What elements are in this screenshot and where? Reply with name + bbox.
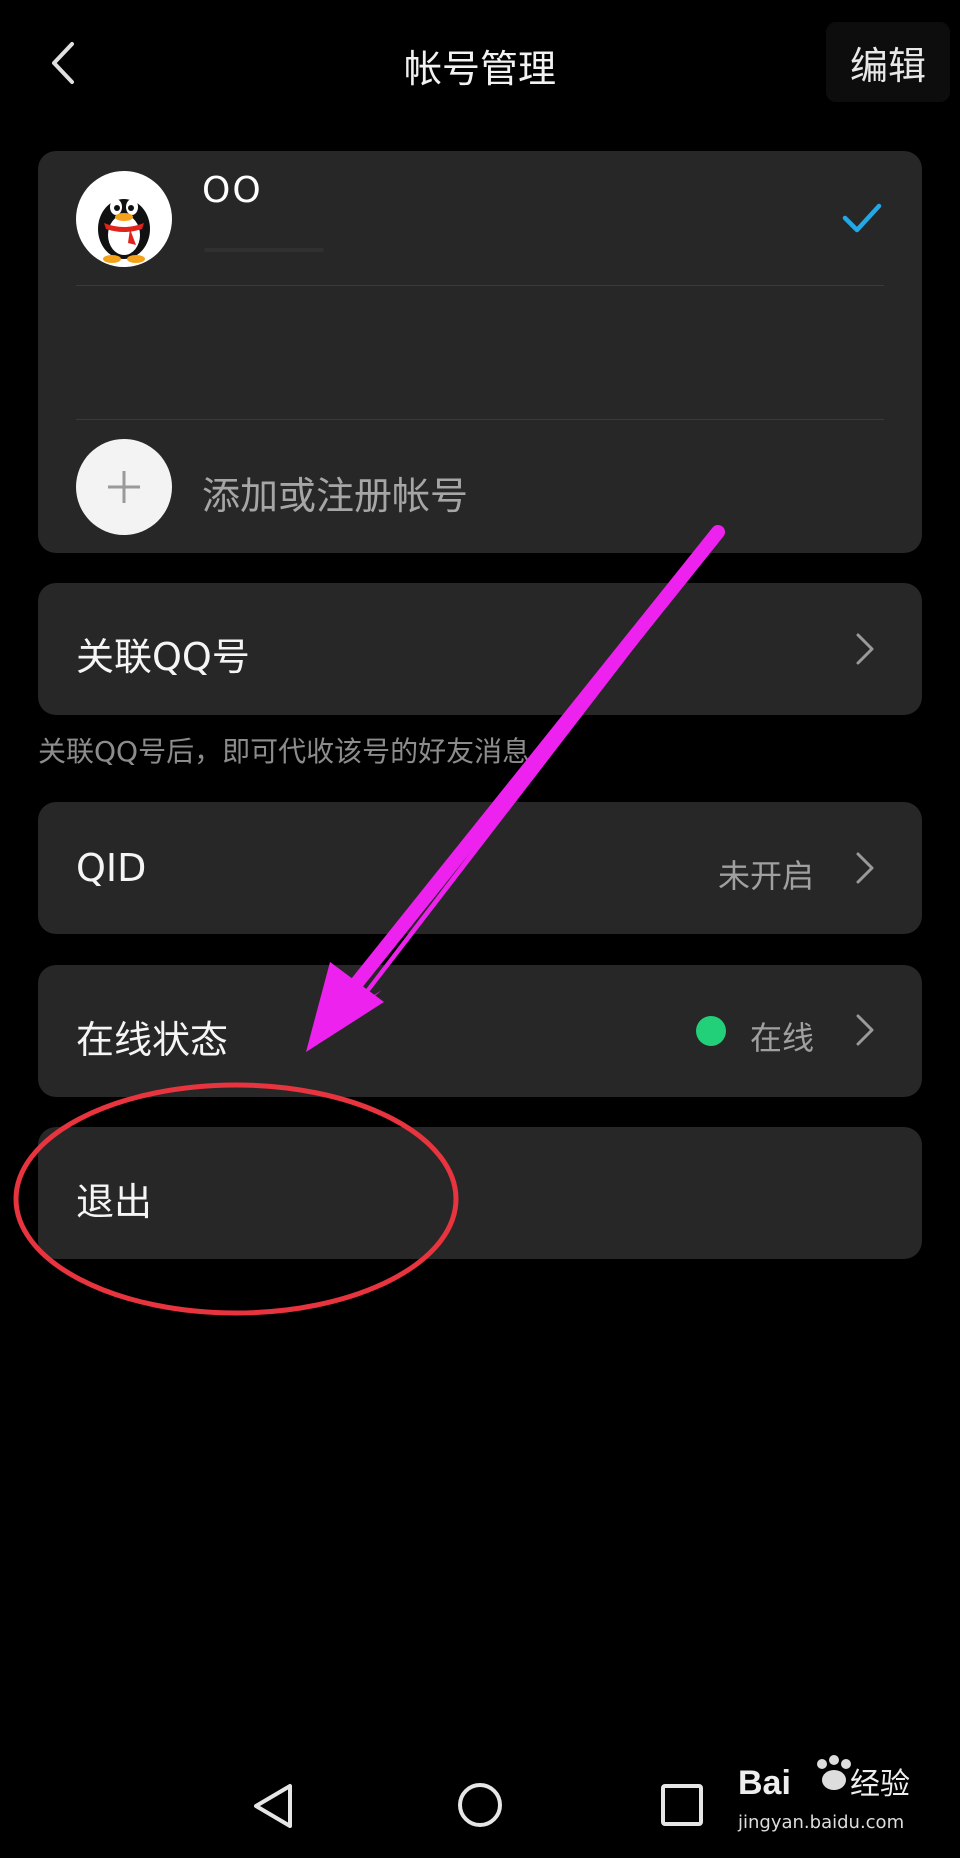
- account-name: OO: [202, 170, 263, 211]
- baidu-jingyan-watermark: Bai 经验 jingyan.baidu.com: [734, 1750, 934, 1840]
- back-triangle-icon[interactable]: [252, 1782, 296, 1830]
- qid-label: QID: [76, 846, 147, 890]
- recents-square-icon[interactable]: [660, 1783, 704, 1827]
- watermark-url: jingyan.baidu.com: [738, 1812, 905, 1833]
- linked-qq-label: 关联QQ号: [76, 635, 250, 679]
- logout-button[interactable]: [38, 1127, 922, 1259]
- qid-value: 未开启: [717, 857, 814, 895]
- online-status-value: 在线: [749, 1019, 814, 1057]
- svg-text:经验: 经验: [850, 1767, 910, 1802]
- divider: [76, 285, 884, 286]
- svg-text:Bai: Bai: [738, 1764, 791, 1802]
- add-account-label[interactable]: 添加或注册帐号: [202, 465, 468, 520]
- avatar[interactable]: [76, 171, 172, 267]
- paw-logo-icon: Bai 经验: [738, 1755, 910, 1802]
- account-slot-empty: [76, 290, 884, 414]
- chevron-right-icon: [856, 1014, 874, 1046]
- selected-check-icon: [842, 203, 882, 233]
- chevron-right-icon: [856, 633, 874, 665]
- add-account-button[interactable]: [76, 439, 172, 535]
- divider: [76, 419, 884, 420]
- account-id-blurred: [204, 248, 324, 252]
- home-circle-icon[interactable]: [456, 1781, 504, 1829]
- page-title: 帐号管理: [403, 47, 556, 91]
- qq-penguin-icon: [98, 199, 150, 263]
- chevron-right-icon: [856, 852, 874, 884]
- online-status-label: 在线状态: [76, 1018, 229, 1062]
- plus-icon: [108, 471, 140, 503]
- linked-qq-note: 关联QQ号后，即可代收该号的好友消息。: [38, 735, 559, 768]
- logout-label: 退出: [76, 1180, 153, 1224]
- edit-button[interactable]: 编辑: [826, 22, 950, 102]
